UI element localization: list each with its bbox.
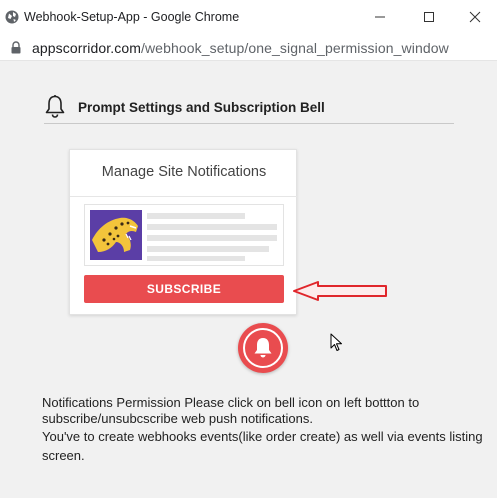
- prompt-card-title: Manage Site Notifications: [101, 164, 267, 180]
- url-path: /webhook_setup/one_signal_permission_win…: [140, 40, 449, 56]
- placeholder-line: [147, 235, 277, 241]
- window-title: Webhook-Setup-App - Google Chrome: [24, 10, 240, 24]
- mouse-cursor-icon: [330, 333, 342, 351]
- url-text[interactable]: appscorridor.com/webhook_setup/one_signa…: [32, 40, 449, 56]
- minimize-icon: [375, 16, 385, 18]
- subscription-bell-button[interactable]: [238, 323, 288, 373]
- divider: [70, 196, 298, 197]
- info-line-2: You've to create webhooks events(like or…: [42, 429, 483, 463]
- url-domain: appscorridor.com: [32, 40, 141, 56]
- placeholder-line: [147, 213, 245, 219]
- cheetah-logo-icon: [90, 210, 142, 260]
- prompt-card: Manage Site Notifications SUBSCRIBE: [69, 149, 298, 315]
- placeholder-line: [147, 246, 269, 252]
- bell-icon: [45, 95, 65, 118]
- lock-icon: [11, 41, 21, 54]
- section-title: Prompt Settings and Subscription Bell: [78, 100, 325, 115]
- bell-icon: [243, 328, 283, 368]
- placeholder-line: [147, 224, 277, 230]
- close-button[interactable]: [452, 0, 497, 34]
- red-arrow-annotation: [293, 281, 387, 301]
- window-title-bar: Webhook-Setup-App - Google Chrome: [0, 0, 497, 34]
- subscribe-button[interactable]: SUBSCRIBE: [84, 275, 284, 303]
- maximize-icon: [424, 12, 434, 22]
- minimize-button[interactable]: [357, 0, 403, 34]
- notification-preview: [84, 204, 284, 266]
- site-logo-image: [90, 210, 142, 260]
- info-text-block: Notifications Permission Please click on…: [42, 395, 487, 465]
- address-bar[interactable]: appscorridor.com/webhook_setup/one_signa…: [0, 34, 497, 61]
- page-content: Prompt Settings and Subscription Bell Ma…: [0, 62, 497, 498]
- info-line-1: Notifications Permission Please click on…: [42, 395, 420, 426]
- section-header: Prompt Settings and Subscription Bell: [44, 92, 454, 124]
- placeholder-line: [147, 256, 245, 261]
- app-globe-icon: [5, 10, 19, 24]
- close-icon: [469, 11, 481, 23]
- maximize-button[interactable]: [406, 0, 452, 34]
